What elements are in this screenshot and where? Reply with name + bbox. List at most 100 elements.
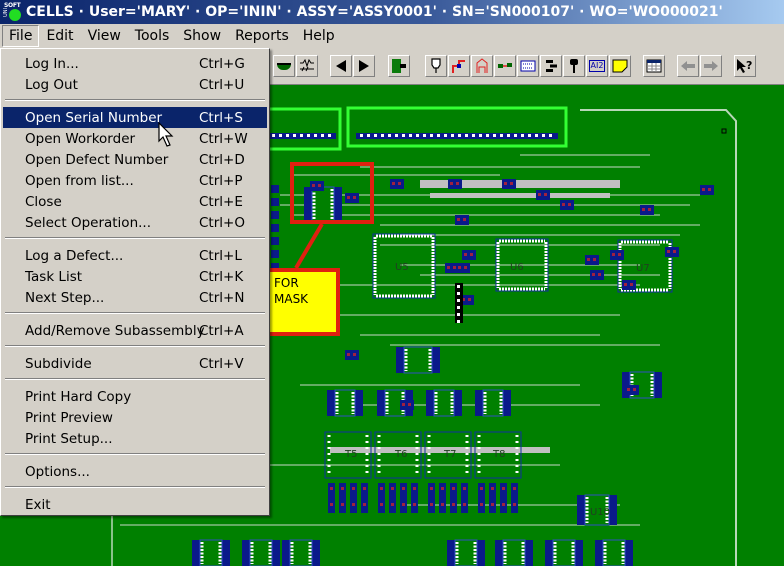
menu-separator — [5, 237, 265, 239]
menu-help[interactable]: Help — [296, 25, 342, 47]
menu-item-subdivide[interactable]: Subdivide Ctrl+V — [3, 353, 267, 374]
next-button[interactable] — [353, 55, 375, 77]
menu-item-label: Options... — [25, 463, 90, 480]
pad — [648, 208, 651, 211]
pad — [341, 487, 344, 490]
menu-item-log-a-defect[interactable]: Log a Defect... Ctrl+L — [3, 245, 267, 266]
menu-item-exit[interactable]: Exit — [3, 494, 267, 515]
component-link-button[interactable] — [494, 55, 516, 77]
menu-item-next-step[interactable]: Next Step... Ctrl+N — [3, 287, 267, 308]
previous-button[interactable] — [330, 55, 352, 77]
connector-pin — [521, 134, 524, 137]
pad — [413, 487, 416, 490]
menu-edit[interactable]: Edit — [39, 25, 80, 47]
a12-label-button[interactable]: AI2 — [586, 55, 608, 77]
board-component-button[interactable] — [273, 55, 295, 77]
callout-line-2: MASK — [274, 292, 309, 306]
pad — [271, 185, 279, 193]
back-button[interactable] — [677, 55, 699, 77]
connector-pin — [549, 134, 552, 137]
pad — [430, 503, 433, 506]
header-pin — [457, 285, 460, 288]
pad — [464, 253, 467, 256]
forward-button[interactable] — [700, 55, 722, 77]
pad — [510, 182, 513, 185]
menu-item-print-setup[interactable]: Print Setup... — [3, 428, 267, 449]
connector-pin — [479, 134, 482, 137]
menu-tools[interactable]: Tools — [128, 25, 177, 47]
connector-pin — [486, 134, 489, 137]
connector-pin — [416, 134, 419, 137]
menu-item-add-remove-subassembly[interactable]: Add/Remove Subassembly Ctrl+A — [3, 320, 267, 341]
footprint-icon — [476, 58, 488, 73]
logo-green-dot — [9, 9, 21, 21]
menu-item-select-operation[interactable]: Select Operation... Ctrl+O — [3, 212, 267, 233]
menu-item-log-out[interactable]: Log Out Ctrl+U — [3, 74, 267, 95]
menu-item-label: Log a Defect... — [25, 247, 124, 264]
menu-bar: File Edit View Tools Show Reports Help — [0, 24, 784, 48]
sticky-note-button[interactable] — [609, 55, 631, 77]
chip-grid-button[interactable] — [517, 55, 539, 77]
trace-route-button[interactable] — [448, 55, 470, 77]
pad — [398, 182, 401, 185]
connector-pin — [402, 134, 405, 137]
menu-reports[interactable]: Reports — [228, 25, 296, 47]
menu-item-label: Subdivide — [25, 355, 92, 372]
pcb-wide-trace — [430, 193, 610, 198]
pad — [363, 503, 366, 506]
menu-item-open-from-list[interactable]: Open from list... Ctrl+P — [3, 170, 267, 191]
menu-item-shortcut: Ctrl+O — [199, 214, 245, 231]
component-label: T8 — [492, 449, 505, 460]
pin-icon — [570, 59, 578, 73]
menu-item-shortcut: Ctrl+D — [199, 151, 245, 168]
help-pointer-button[interactable]: ? — [734, 55, 756, 77]
pad — [458, 266, 461, 269]
menu-item-print-preview[interactable]: Print Preview — [3, 407, 267, 428]
menu-item-options[interactable]: Options... — [3, 461, 267, 482]
bars-button[interactable] — [540, 55, 562, 77]
menu-separator — [5, 345, 265, 347]
menu-item-label: Next Step... — [25, 289, 105, 306]
pad — [463, 487, 466, 490]
pad — [380, 503, 383, 506]
pad — [408, 403, 411, 406]
pad — [341, 503, 344, 506]
component-label: T7 — [443, 449, 456, 460]
menu-show[interactable]: Show — [176, 25, 228, 47]
connector-pin — [321, 134, 324, 137]
menu-item-label: Task List — [25, 268, 83, 285]
menu-item-label: Open Serial Number — [25, 109, 163, 126]
menu-item-label: Open Workorder — [25, 130, 136, 147]
menu-file[interactable]: File — [2, 25, 40, 47]
connector-pin — [542, 134, 545, 137]
pad — [353, 353, 356, 356]
menu-item-shortcut: Ctrl+E — [199, 193, 243, 210]
menu-view[interactable]: View — [81, 25, 128, 47]
footprint-button[interactable] — [471, 55, 493, 77]
connector-pin — [444, 134, 447, 137]
menu-item-open-serial-number[interactable]: Open Serial Number Ctrl+S — [3, 107, 267, 128]
pad — [447, 266, 450, 269]
exit-door-icon — [392, 59, 406, 73]
menu-item-print-hard-copy[interactable]: Print Hard Copy — [3, 386, 267, 407]
pad — [513, 487, 516, 490]
menu-item-close[interactable]: Close Ctrl+E — [3, 191, 267, 212]
menu-separator — [5, 486, 265, 488]
pin-button[interactable] — [563, 55, 585, 77]
pad — [624, 283, 627, 286]
window-table-button[interactable] — [643, 55, 665, 77]
menu-item-open-workorder[interactable]: Open Workorder Ctrl+W — [3, 128, 267, 149]
probe-button[interactable] — [425, 55, 447, 77]
menu-item-task-list[interactable]: Task List Ctrl+K — [3, 266, 267, 287]
waveform-button[interactable] — [296, 55, 318, 77]
mouse-cursor-icon — [158, 122, 174, 147]
pad — [491, 503, 494, 506]
menu-item-open-defect-number[interactable]: Open Defect Number Ctrl+D — [3, 149, 267, 170]
menu-item-log-in[interactable]: Log In... Ctrl+G — [3, 53, 267, 74]
pad — [470, 253, 473, 256]
pad — [330, 503, 333, 506]
exit-door-button[interactable] — [388, 55, 410, 77]
pad — [347, 353, 350, 356]
menu-item-label: Exit — [25, 496, 51, 513]
pad — [592, 273, 595, 276]
